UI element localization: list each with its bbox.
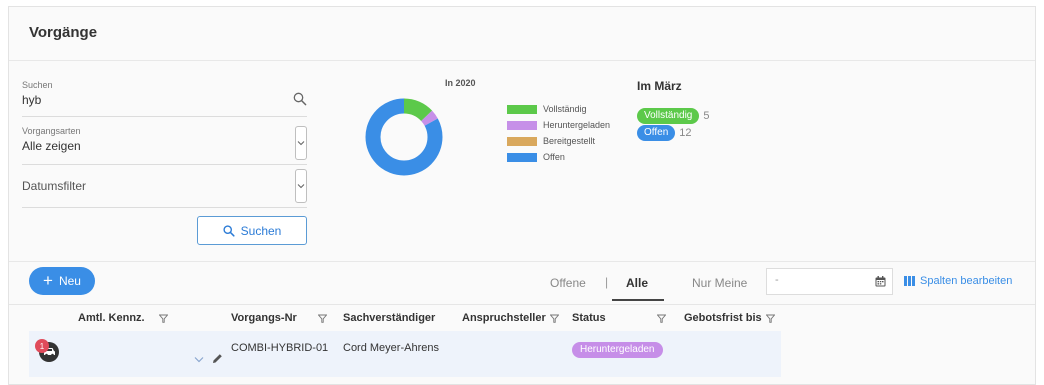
column-header-kennzeichen[interactable]: Amtl. Kennz. [78,312,168,324]
legend-swatch [507,136,537,146]
type-value: Alle zeigen [22,139,81,153]
date-filter-underline [22,207,307,208]
donut-chart [365,98,443,176]
chart-title: In 2020 [445,78,476,88]
column-title: Vorgangs-Nr [231,312,297,324]
search-button-label: Suchen [240,223,282,238]
legend-label: Bereitgestellt [543,136,596,146]
legend-swatch [507,120,537,130]
tab-nur-meine[interactable]: Nur Meine [692,276,747,290]
tab-alle[interactable]: Alle [626,276,648,290]
count-label: 5 [703,110,710,122]
tab-separator: | [605,275,609,289]
edit-columns-label: Spalten bearbeiten [920,275,1013,287]
date-range-input[interactable]: - [766,268,893,295]
page-title: Vorgänge [29,24,98,41]
date-filter-dropdown-button[interactable] [295,169,307,203]
search-field[interactable]: Suchen hyb [22,80,307,117]
calendar-icon[interactable] [875,276,886,287]
filter-icon[interactable] [656,314,666,323]
type-label: Vorgangsarten [22,126,81,136]
vorgangs-nr-cell: COMBI-HYBRID-01 [231,342,329,354]
table-header: Amtl. Kennz. Vorgangs-Nr Sachverständige… [9,304,1035,329]
divider [9,261,1035,262]
search-label: Suchen [22,80,53,90]
filter-icon[interactable] [158,314,168,323]
month-row: Vollständig 5 [637,108,710,124]
edit-columns-link[interactable]: Spalten bearbeiten [904,275,1012,287]
date-filter-select[interactable]: Datumsfilter [22,169,307,208]
legend-label: Offen [543,152,565,162]
date-filter-label: Datumsfilter [22,179,87,193]
title-bar: Vorgänge [9,7,1035,61]
edit-icon[interactable] [212,353,223,364]
legend-item: Vollständig [507,102,610,116]
chart-legend: Vollständig Heruntergeladen Bereitgestellt… [507,102,610,166]
filter-icon[interactable] [317,314,327,323]
count-label: 12 [679,127,692,139]
type-dropdown-button[interactable] [295,126,307,160]
month-row: Offen 12 [637,125,692,141]
column-title: Status [572,312,606,324]
column-header-gebotsfrist[interactable]: Gebotsfrist bis [684,312,775,324]
column-header-anspruchsteller[interactable]: Anspruchsteller [462,312,559,324]
column-title: Anspruchsteller [462,312,546,324]
notification-badge: 1 [35,339,49,353]
date-range-value: - [775,274,779,286]
chevron-down-icon[interactable] [194,356,204,363]
plus-icon: + [43,270,53,290]
month-title: Im März [637,79,682,93]
status-badge: Vollständig [637,108,700,124]
legend-item: Heruntergeladen [507,118,610,132]
legend-label: Heruntergeladen [543,120,611,130]
sachverstaendiger-cell: Cord Meyer-Ahrens [343,342,439,354]
legend-item: Bereitgestellt [507,134,610,148]
table-row[interactable]: 1 COMBI-HYBRID-01 Cord Meyer-Ahrens Heru… [29,331,781,377]
tab-offene[interactable]: Offene [550,276,586,290]
chevron-down-icon [297,184,305,189]
main-panel: Vorgänge Suchen hyb Vorgangsarten Alle z… [8,6,1036,385]
column-title: Amtl. Kennz. [78,312,145,324]
active-tab-indicator [612,299,664,301]
legend-swatch [507,152,537,162]
column-header-sachverstaendiger[interactable]: Sachverständiger [343,312,435,324]
column-header-vorgangs-nr[interactable]: Vorgangs-Nr [231,312,327,324]
search-icon[interactable] [293,92,307,106]
column-title: Sachverständiger [343,312,436,324]
columns-icon [904,276,915,286]
status-badge: Heruntergeladen [572,342,663,358]
column-title: Gebotsfrist bis [684,312,762,324]
legend-swatch [507,104,537,114]
search-button[interactable]: Suchen [197,216,307,245]
column-header-status[interactable]: Status [572,312,666,324]
legend-item: Offen [507,150,610,164]
search-icon [223,224,235,237]
search-input[interactable]: hyb [22,93,307,107]
filter-icon[interactable] [765,314,775,323]
type-underline [22,164,307,165]
search-underline [22,116,307,117]
type-select[interactable]: Vorgangsarten Alle zeigen [22,126,307,165]
filter-icon[interactable] [549,314,559,323]
status-badge: Offen [637,125,676,141]
legend-label: Vollständig [543,104,587,114]
chevron-down-icon [297,141,305,146]
new-button[interactable]: + Neu [29,267,95,295]
new-button-label: Neu [58,274,81,288]
